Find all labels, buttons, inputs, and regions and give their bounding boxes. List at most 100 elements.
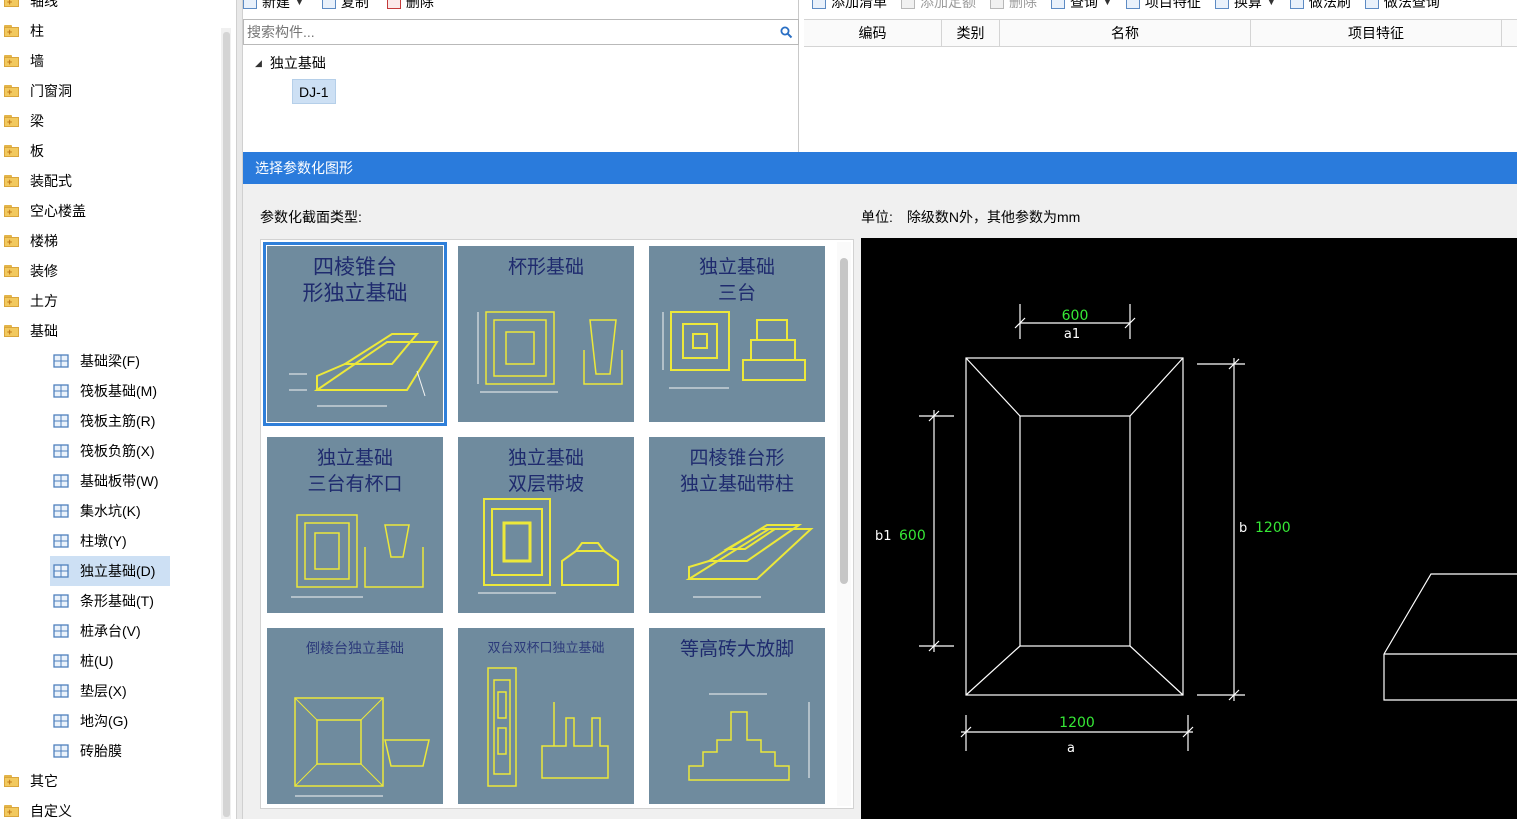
- tree-item[interactable]: 筏板基础(M): [0, 376, 157, 406]
- scrollbar-thumb[interactable]: [840, 258, 848, 584]
- search-input[interactable]: [244, 21, 774, 43]
- shape-tile-title: 独立基础 双层带坡: [507, 447, 584, 495]
- new-icon: [243, 0, 257, 9]
- component-search: [243, 19, 799, 45]
- tree-category[interactable]: + 土方: [0, 286, 58, 316]
- tree-category[interactable]: + 其它: [0, 766, 58, 796]
- toolbar-button[interactable]: 添加清单: [812, 0, 887, 12]
- toolbar-button-label: 换算: [1233, 0, 1262, 10]
- dialog-title-text: 选择参数化图形: [255, 160, 353, 176]
- unit-note: 单位: 除级数N外，其他参数为mm: [861, 207, 1080, 227]
- tree-item[interactable]: 地沟(G): [0, 706, 128, 736]
- shape-tile[interactable]: 独立基础 双层带坡: [458, 437, 634, 613]
- tree-item[interactable]: 桩承台(V): [0, 616, 141, 646]
- tree-category-label: 梁: [30, 113, 44, 129]
- section-type-label: 参数化截面类型:: [260, 209, 362, 225]
- toolbar-icon: [901, 0, 915, 9]
- delete-label: 删除: [405, 0, 434, 10]
- column-header-category[interactable]: 类别: [942, 20, 1000, 46]
- tree-item-label: 桩(U): [80, 653, 114, 669]
- column-header-name[interactable]: 名称: [1000, 20, 1251, 46]
- column-header-features[interactable]: 项目特征: [1251, 20, 1502, 46]
- copy-label: 复制: [340, 0, 369, 10]
- toolbar-button[interactable]: 做法刷: [1289, 0, 1351, 12]
- tree-category[interactable]: + 门窗洞: [0, 76, 72, 106]
- tree-category-label: 轴线: [30, 0, 58, 9]
- chevron-down-icon[interactable]: ▼: [1103, 0, 1112, 7]
- folder-icon: +: [4, 114, 22, 128]
- copy-button[interactable]: 复制: [321, 0, 369, 12]
- tree-category[interactable]: + 板: [0, 136, 44, 166]
- tree-item[interactable]: 砖胎膜: [0, 736, 122, 766]
- tree-item[interactable]: 集水坑(K): [0, 496, 141, 526]
- folder-icon: +: [4, 234, 22, 248]
- new-button[interactable]: 新建 ▼: [243, 0, 304, 12]
- strip-footing-icon: [50, 591, 72, 611]
- delete-button[interactable]: 删除: [386, 0, 434, 12]
- panel-splitter[interactable]: [236, 0, 243, 819]
- tree-category[interactable]: + 楼梯: [0, 226, 58, 256]
- shape-tile[interactable]: 倒棱台独立基础: [267, 628, 443, 804]
- gallery-scrollbar[interactable]: [837, 242, 851, 806]
- tree-item[interactable]: 基础梁(F): [0, 346, 140, 376]
- toolbar-button[interactable]: 项目特征: [1125, 0, 1201, 12]
- tree-category[interactable]: + 梁: [0, 106, 44, 136]
- collapse-triangle-icon[interactable]: ◢: [255, 58, 262, 69]
- dialog-title: 选择参数化图形: [243, 152, 1517, 184]
- tree-category-label: 门窗洞: [30, 83, 72, 99]
- toolbar-button-label: 做法查询: [1383, 0, 1440, 10]
- tree-category-label: 其它: [30, 773, 58, 789]
- tree-item[interactable]: 条形基础(T): [0, 586, 154, 616]
- chevron-down-icon[interactable]: ▼: [1267, 0, 1276, 7]
- tree-item[interactable]: 筏板主筋(R): [0, 406, 155, 436]
- tree-node-isolated-footing[interactable]: ◢ 独立基础: [255, 53, 326, 73]
- toolbar-button[interactable]: 换算 ▼: [1214, 0, 1276, 12]
- toolbar-button[interactable]: 删除: [990, 0, 1037, 12]
- shape-tile[interactable]: 双台双杯口独立基础: [458, 628, 634, 804]
- tree-category-label: 装配式: [30, 173, 72, 189]
- preview-drawing: 600 a1 b1 600 b 1200 1200 a: [875, 304, 1517, 756]
- tree-category[interactable]: + 柱: [0, 16, 44, 46]
- tree-category[interactable]: + 装配式: [0, 166, 72, 196]
- tree-category[interactable]: + 轴线: [0, 0, 58, 16]
- tree-category[interactable]: + 装修: [0, 256, 58, 286]
- tree-item[interactable]: 桩(U): [0, 646, 113, 676]
- toolbar-button[interactable]: 查询 ▼: [1051, 0, 1112, 12]
- chevron-down-icon[interactable]: ▼: [295, 0, 304, 7]
- tree-item-label: 柱墩(Y): [80, 533, 127, 549]
- app-window: + 轴线 + 柱 + 墙 + 门窗洞 + 梁 + 板 + 装配式 + 空心楼盖 + 楼梯 + 装修 + 土方 + 基础 基础梁(…: [0, 0, 1517, 819]
- tree-item[interactable]: 独立基础(D): [50, 556, 170, 586]
- tree-scrollbar[interactable]: [221, 28, 231, 819]
- folder-icon: +: [4, 0, 22, 8]
- search-icon[interactable]: [774, 26, 798, 39]
- tree-item[interactable]: 垫层(X): [0, 676, 127, 706]
- folder-icon: +: [4, 24, 22, 38]
- shape-tile[interactable]: 杯形基础: [458, 246, 634, 422]
- shape-tile[interactable]: 四棱锥台形 独立基础带柱: [649, 437, 825, 613]
- tree-item[interactable]: 基础板带(W): [0, 466, 159, 496]
- tree-item[interactable]: 筏板负筋(X): [0, 436, 155, 466]
- shape-tile[interactable]: 等高砖大放脚: [649, 628, 825, 804]
- tree-category[interactable]: + 自定义: [0, 796, 72, 819]
- tree-item-label: 独立基础(D): [80, 563, 156, 579]
- column-label: 项目特征: [1348, 25, 1404, 41]
- shape-tile[interactable]: 四棱锥台 形独立基础: [263, 242, 447, 426]
- toolbar-button-label: 项目特征: [1144, 0, 1201, 10]
- shape-tile[interactable]: 独立基础 三台: [649, 246, 825, 422]
- column-header-code[interactable]: 编码: [804, 20, 942, 46]
- a-value: 1200: [1059, 715, 1095, 731]
- tree-node-label: 独立基础: [269, 55, 326, 71]
- tree-category[interactable]: + 墙: [0, 46, 44, 76]
- delete-icon: [386, 0, 401, 9]
- toolbar-button[interactable]: 添加定额: [901, 0, 976, 12]
- shape-tile[interactable]: 独立基础 三台有杯口: [267, 437, 443, 613]
- tree-category[interactable]: + 空心楼盖: [0, 196, 86, 226]
- tree-category[interactable]: + 基础: [0, 316, 58, 346]
- tree-node-dj-1[interactable]: DJ-1: [292, 79, 336, 104]
- unit-text: 除级数N外，其他参数为mm: [906, 209, 1081, 225]
- copy-icon: [321, 0, 336, 9]
- scrollbar-thumb[interactable]: [223, 32, 230, 817]
- tree-item[interactable]: 柱墩(Y): [0, 526, 127, 556]
- toolbar-icon: [1051, 0, 1065, 9]
- toolbar-button[interactable]: 做法查询: [1364, 0, 1440, 12]
